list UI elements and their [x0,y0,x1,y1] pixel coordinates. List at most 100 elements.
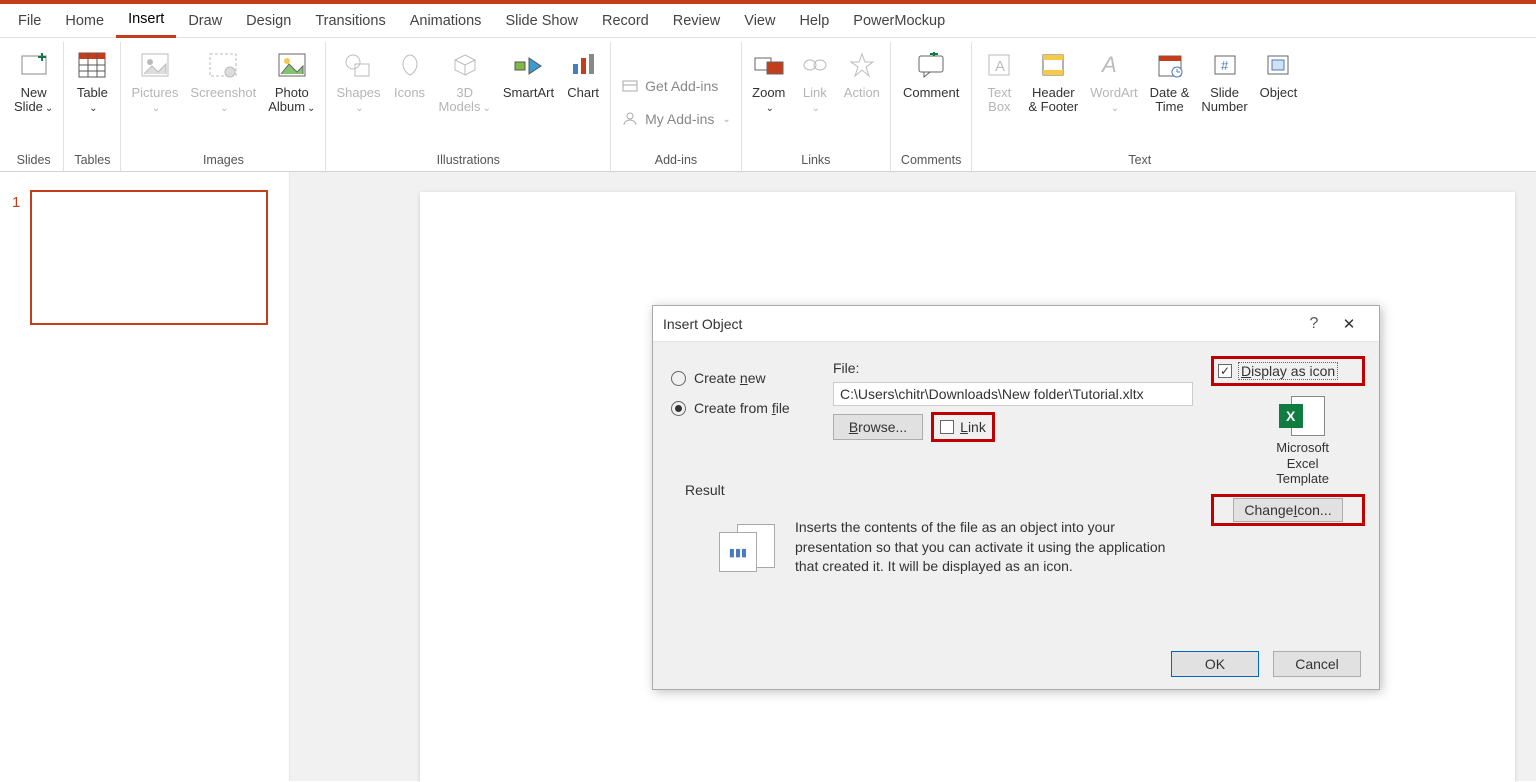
group-illustrations-label: Illustrations [437,149,500,171]
excel-icon: X [1279,396,1327,436]
slide-number-button[interactable]: # Slide Number [1201,42,1247,115]
zoom-icon [752,48,786,82]
action-button[interactable]: Action [844,42,880,100]
slide-number-icon: # [1208,48,1242,82]
slide-thumbnails-panel: 1 [0,172,290,781]
comment-button[interactable]: Comment [903,42,959,100]
screenshot-button[interactable]: Screenshot⌄ [190,42,256,115]
date-time-button[interactable]: Date & Time [1150,42,1190,115]
3d-models-button[interactable]: 3D Models⌄ [439,42,491,115]
tab-draw[interactable]: Draw [176,4,234,38]
tab-transitions[interactable]: Transitions [303,4,397,38]
display-as-icon-highlight: Display as icon [1211,356,1365,386]
icons-button[interactable]: Icons [393,42,427,100]
group-addins-label: Add-ins [655,149,697,171]
excel-template-preview: X Microsoft Excel Template [1276,396,1329,487]
object-icon [1261,48,1295,82]
ok-button[interactable]: OK [1171,651,1259,677]
table-button[interactable]: Table⌄ [75,42,109,115]
comment-icon [914,48,948,82]
smartart-icon [511,48,545,82]
cancel-button[interactable]: Cancel [1273,651,1361,677]
screenshot-icon [206,48,240,82]
change-icon-highlight: Change Icon... [1211,494,1365,526]
thumbnail-number: 1 [12,190,30,211]
excel-caption: Microsoft Excel Template [1276,440,1329,487]
chart-button[interactable]: Chart [566,42,600,100]
browse-button[interactable]: Browse... [833,414,923,440]
result-text: Inserts the contents of the file as an o… [795,518,1169,577]
group-text-label: Text [1128,149,1151,171]
chart-icon [566,48,600,82]
link-checkbox-highlight: Link [931,412,995,442]
tab-insert[interactable]: Insert [116,4,176,38]
ribbon: New Slide⌄ Slides Table⌄ Tables Pictures… [0,38,1536,172]
person-icon [621,110,639,129]
link-checkbox[interactable] [940,420,954,434]
tab-record[interactable]: Record [590,4,661,38]
calendar-icon [1153,48,1187,82]
group-slides-label: Slides [17,149,51,171]
get-addins-button[interactable]: Get Add-ins [621,77,718,96]
ribbon-tabs: File Home Insert Draw Design Transitions… [0,4,1536,38]
radio-icon-selected [671,401,686,416]
change-icon-button[interactable]: Change Icon... [1233,498,1343,522]
group-comments-label: Comments [901,149,961,171]
file-path-field[interactable]: C:\Users\chitr\Downloads\New folder\Tuto… [833,382,1193,406]
result-icon: ▮▮▮ [719,524,775,572]
pictures-button[interactable]: Pictures⌄ [131,42,178,115]
display-as-icon-label: Display as icon [1238,362,1338,380]
link-button[interactable]: Link⌄ [798,42,832,115]
photo-album-icon [275,48,309,82]
tab-help[interactable]: Help [787,4,841,38]
textbox-icon: A [982,48,1016,82]
header-footer-icon [1036,48,1070,82]
tab-slideshow[interactable]: Slide Show [493,4,590,38]
shapes-button[interactable]: Shapes⌄ [336,42,380,115]
result-legend: Result [681,482,729,498]
dialog-titlebar: Insert Object ? ✕ [653,306,1379,342]
group-addins: Get Add-ins My Add-ins⌄ Add-ins [611,42,742,171]
dialog-buttons: OK Cancel [653,639,1379,689]
svg-text:A: A [1100,52,1117,77]
thumbnail-slide-1[interactable] [30,190,268,325]
shapes-icon [341,48,375,82]
table-icon [75,48,109,82]
new-slide-button[interactable]: New Slide⌄ [14,42,53,115]
zoom-button[interactable]: Zoom⌄ [752,42,786,115]
group-tables-label: Tables [74,149,110,171]
tab-home[interactable]: Home [53,4,116,38]
group-comments: Comment Comments [891,42,972,171]
object-button[interactable]: Object [1260,42,1298,100]
file-label: File: [833,360,859,376]
result-group: Result ▮▮▮ Inserts the contents of the f… [669,490,1179,630]
display-as-icon-checkbox[interactable] [1218,364,1232,378]
header-footer-button[interactable]: Header & Footer [1028,42,1078,115]
tab-powermockup[interactable]: PowerMockup [841,4,957,38]
my-addins-button[interactable]: My Add-ins⌄ [621,110,731,129]
dialog-help-button[interactable]: ? [1299,315,1329,333]
tab-animations[interactable]: Animations [398,4,494,38]
action-icon [845,48,879,82]
dialog-title-text: Insert Object [663,316,742,332]
dialog-close-button[interactable]: ✕ [1329,315,1369,333]
store-icon [621,77,639,96]
smartart-button[interactable]: SmartArt [503,42,554,100]
group-images: Pictures⌄ Screenshot⌄ Photo Album⌄ Image… [121,42,326,171]
tab-file[interactable]: File [6,4,53,38]
insert-object-dialog: Insert Object ? ✕ Create new Create from… [652,305,1380,690]
link-label: Link [960,419,986,435]
cube-icon [448,48,482,82]
tab-review[interactable]: Review [661,4,733,38]
group-images-label: Images [203,149,244,171]
thumbnail-row-1[interactable]: 1 [0,190,289,325]
group-slides: New Slide⌄ Slides [4,42,64,171]
textbox-button[interactable]: A Text Box [982,42,1016,115]
wordart-button[interactable]: A WordArt⌄ [1090,42,1137,115]
tab-design[interactable]: Design [234,4,303,38]
group-tables: Table⌄ Tables [64,42,121,171]
wordart-icon: A [1097,48,1131,82]
group-illustrations: Shapes⌄ Icons 3D Models⌄ SmartArt Chart … [326,42,611,171]
tab-view[interactable]: View [732,4,787,38]
photo-album-button[interactable]: Photo Album⌄ [268,42,315,115]
